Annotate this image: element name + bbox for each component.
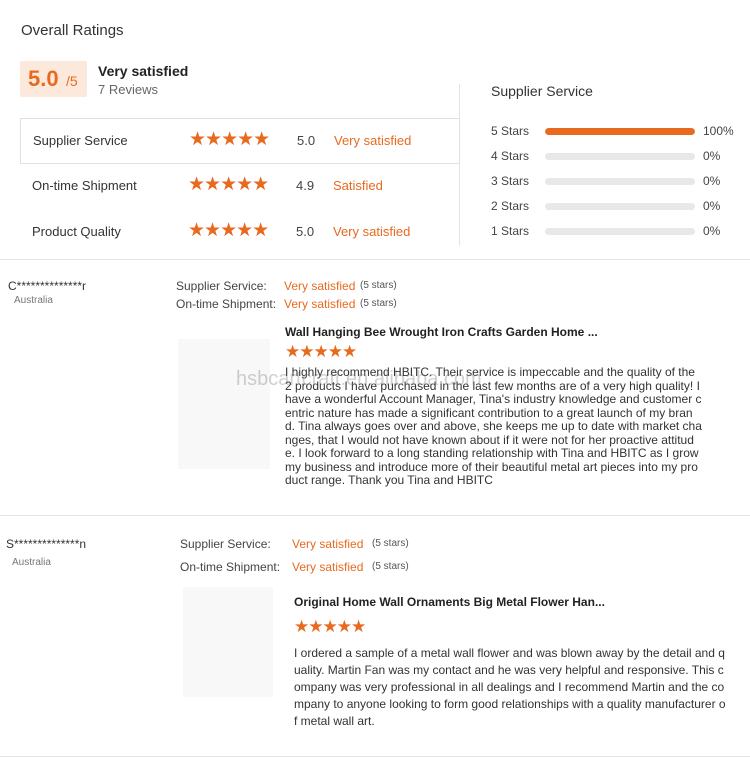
product-thumbnail[interactable] [178, 339, 270, 469]
distribution-label: 3 Stars [491, 174, 530, 188]
meta-stars: (5 stars) [360, 298, 397, 309]
review-supplier-service: Supplier Service: Very satisfied (5 star… [176, 279, 397, 293]
meta-value: Very satisfied [292, 560, 364, 574]
review-star-icon: ★★★★★ [294, 617, 366, 636]
rating-desc: Satisfied [333, 178, 383, 193]
reviewer-name: C**************r [8, 279, 87, 293]
product-thumbnail[interactable] [183, 587, 273, 697]
overall-score-badge: 5.0 /5 [20, 61, 87, 97]
distribution-bar [545, 203, 695, 210]
rating-desc: Very satisfied [333, 224, 411, 239]
meta-stars: (5 stars) [360, 280, 397, 291]
meta-label: On-time Shipment: [176, 297, 277, 311]
star-rating-icon: ★★★★★ [189, 129, 270, 150]
distribution-label: 1 Stars [491, 224, 530, 238]
distribution-bar [545, 228, 695, 235]
distribution-bar-fill [545, 128, 695, 135]
ratings-table: Supplier Service ★★★★★ 5.0 Very satisfie… [20, 118, 460, 256]
distribution-row: 1 Stars 0% [491, 222, 741, 247]
distribution-percent: 0% [703, 174, 721, 188]
overall-score: 5.0 [28, 66, 59, 91]
distribution-row: 4 Stars 0% [491, 147, 741, 172]
meta-stars: (5 stars) [372, 538, 409, 549]
meta-label: On-time Shipment: [180, 560, 281, 574]
distribution-row: 3 Stars 0% [491, 172, 741, 197]
star-distribution: 5 Stars 100% 4 Stars 0% 3 Stars 0% 2 Sta… [491, 122, 741, 247]
rating-desc: Very satisfied [334, 133, 412, 148]
distribution-percent: 100% [703, 124, 734, 138]
distribution-bar [545, 128, 695, 135]
rating-row-supplier-service: Supplier Service ★★★★★ 5.0 Very satisfie… [20, 118, 460, 164]
meta-label: Supplier Service: [176, 279, 267, 293]
meta-value: Very satisfied [284, 279, 356, 293]
rating-row-product-quality: Product Quality ★★★★★ 5.0 Very satisfied [20, 210, 460, 256]
review-on-time-shipment: On-time Shipment: Very satisfied (5 star… [180, 560, 409, 574]
distribution-title: Supplier Service [491, 83, 593, 99]
review-supplier-service: Supplier Service: Very satisfied (5 star… [180, 537, 409, 551]
rating-score: 5.0 [296, 224, 315, 239]
distribution-percent: 0% [703, 199, 721, 213]
meta-label: Supplier Service: [180, 537, 271, 551]
star-rating-icon: ★★★★★ [188, 220, 269, 241]
distribution-label: 4 Stars [491, 149, 530, 163]
rating-score: 4.9 [296, 178, 315, 193]
reviewer-country: Australia [12, 557, 51, 568]
rating-score: 5.0 [297, 133, 316, 148]
star-rating-icon: ★★★★★ [188, 174, 269, 195]
watermark: hsbcartcraft.en.alibaba.com [236, 368, 482, 390]
review-product-title[interactable]: Wall Hanging Bee Wrought Iron Crafts Gar… [285, 325, 598, 339]
section-divider [0, 756, 750, 757]
meta-value: Very satisfied [292, 537, 364, 551]
review-product-title[interactable]: Original Home Wall Ornaments Big Metal F… [294, 595, 605, 609]
overall-ratings-title: Overall Ratings [21, 22, 124, 39]
review-item: S**************n Australia Supplier Serv… [0, 515, 750, 758]
overall-label: Very satisfied [98, 63, 189, 79]
rating-row-on-time-shipment: On-time Shipment ★★★★★ 4.9 Satisfied [20, 164, 460, 210]
distribution-label: 5 Stars [491, 124, 530, 138]
distribution-row: 5 Stars 100% [491, 122, 741, 147]
distribution-percent: 0% [703, 149, 721, 163]
meta-stars: (5 stars) [372, 561, 409, 572]
distribution-bar [545, 178, 695, 185]
review-text: I ordered a sample of a metal wall flowe… [294, 646, 726, 728]
rating-label: Supplier Service [33, 133, 128, 148]
distribution-percent: 0% [703, 224, 721, 238]
distribution-row: 2 Stars 0% [491, 197, 741, 222]
overall-score-max: /5 [66, 73, 78, 89]
rating-label: On-time Shipment [32, 178, 137, 193]
review-star-icon: ★★★★★ [285, 342, 357, 361]
distribution-label: 2 Stars [491, 199, 530, 213]
reviewer-name: S**************n [6, 537, 87, 551]
review-on-time-shipment: On-time Shipment: Very satisfied (5 star… [176, 297, 397, 311]
meta-value: Very satisfied [284, 297, 356, 311]
reviewer-country: Australia [14, 295, 53, 306]
reviews-count[interactable]: 7 Reviews [98, 82, 158, 97]
rating-label: Product Quality [32, 224, 121, 239]
distribution-bar [545, 153, 695, 160]
